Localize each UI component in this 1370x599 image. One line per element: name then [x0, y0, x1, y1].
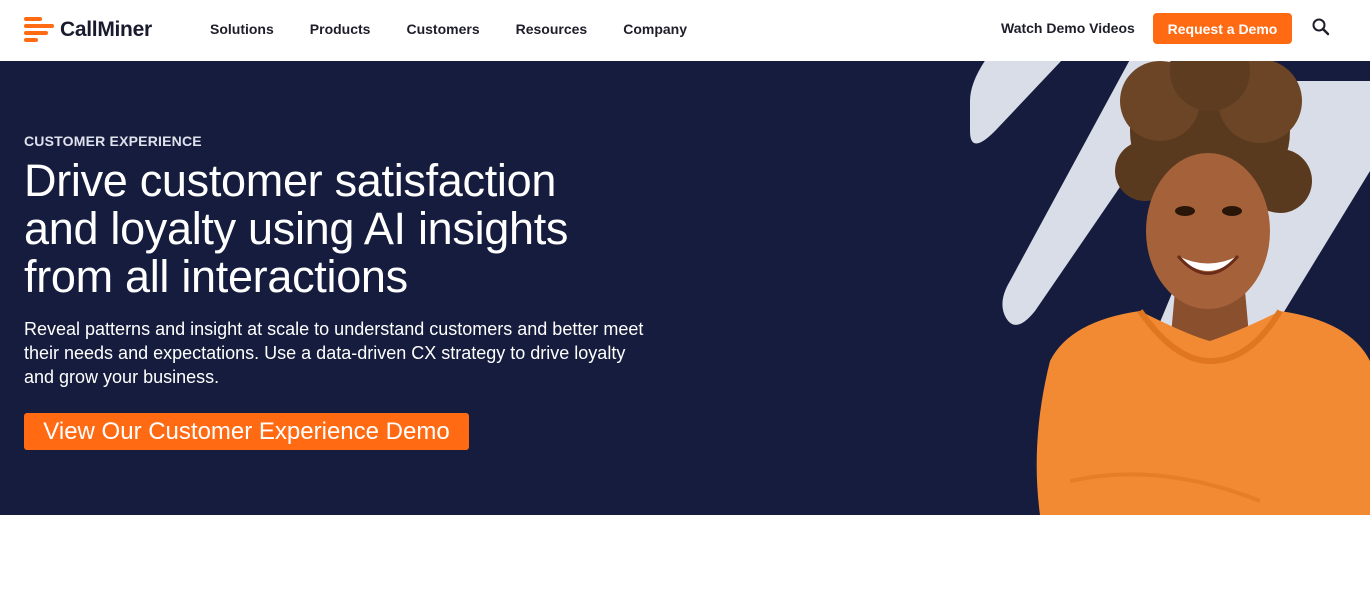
hero-photo-woman-illustration — [970, 61, 1370, 515]
headline-line: and loyalty using AI insights — [24, 203, 569, 254]
hero-headline: Drive customer satisfaction and loyalty … — [24, 157, 664, 301]
menu-item-customers[interactable]: Customers — [406, 21, 479, 37]
hero-banner: CUSTOMER EXPERIENCE Drive customer satis… — [0, 61, 1370, 515]
menu-item-company[interactable]: Company — [623, 21, 687, 37]
content-below-hero — [0, 515, 1370, 599]
watch-demo-videos-link[interactable]: Watch Demo Videos — [1001, 20, 1135, 36]
menu-item-products[interactable]: Products — [310, 21, 371, 37]
logo-mark-icon — [24, 17, 56, 43]
logo-wordmark: CallMiner — [60, 18, 152, 41]
request-demo-button[interactable]: Request a Demo — [1153, 13, 1292, 44]
hero-eyebrow: CUSTOMER EXPERIENCE — [24, 133, 202, 149]
headline-line: Drive customer satisfaction — [24, 155, 557, 206]
customer-experience-demo-button[interactable]: View Our Customer Experience Demo — [24, 413, 469, 450]
hero-subtext: Reveal patterns and insight at scale to … — [24, 319, 644, 387]
top-navigation: CallMiner Solutions Products Customers R… — [0, 0, 1370, 61]
callminer-logo[interactable]: CallMiner — [24, 16, 152, 44]
menu-item-solutions[interactable]: Solutions — [210, 21, 274, 37]
search-icon[interactable] — [1311, 17, 1331, 37]
main-menu: Solutions Products Customers Resources C… — [210, 0, 723, 57]
headline-line: from all interactions — [24, 251, 408, 302]
menu-item-resources[interactable]: Resources — [516, 21, 588, 37]
